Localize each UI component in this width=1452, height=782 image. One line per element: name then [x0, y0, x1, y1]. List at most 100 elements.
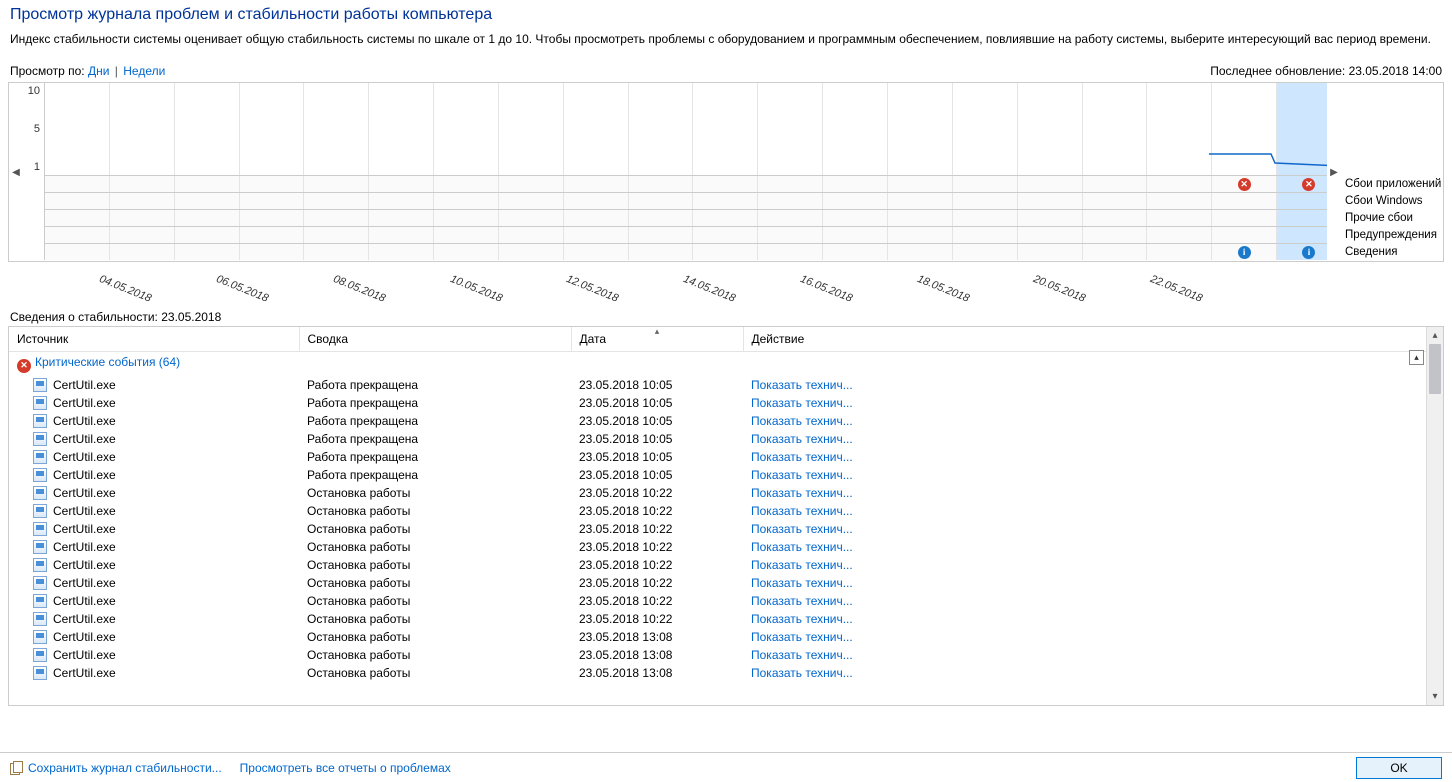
- chart-day-column[interactable]: [692, 83, 757, 175]
- show-details-link[interactable]: Показать технич...: [751, 486, 853, 500]
- event-cell[interactable]: [692, 227, 757, 243]
- event-cell[interactable]: [239, 210, 304, 226]
- event-cell[interactable]: [1211, 210, 1276, 226]
- event-cell[interactable]: [1017, 193, 1082, 209]
- event-cell[interactable]: [174, 193, 239, 209]
- event-cell[interactable]: [45, 176, 109, 192]
- event-cell[interactable]: [952, 176, 1017, 192]
- chart-day-column[interactable]: [952, 83, 1017, 175]
- event-cell[interactable]: [628, 193, 693, 209]
- event-cell[interactable]: [1146, 176, 1211, 192]
- event-cell[interactable]: [368, 244, 433, 260]
- view-by-weeks-link[interactable]: Недели: [123, 64, 165, 78]
- event-cell[interactable]: [563, 227, 628, 243]
- event-row[interactable]: CertUtil.exeОстановка работы23.05.2018 1…: [9, 628, 1426, 646]
- event-cell[interactable]: [757, 176, 822, 192]
- event-cell[interactable]: [498, 193, 563, 209]
- event-cell[interactable]: [887, 227, 952, 243]
- event-cell[interactable]: [1017, 227, 1082, 243]
- event-cell[interactable]: [1211, 193, 1276, 209]
- event-cell[interactable]: [45, 244, 109, 260]
- event-cell[interactable]: [1082, 227, 1147, 243]
- event-cell[interactable]: [757, 193, 822, 209]
- show-details-link[interactable]: Показать технич...: [751, 612, 853, 626]
- event-row[interactable]: CertUtil.exeОстановка работы23.05.2018 1…: [9, 592, 1426, 610]
- chart-scroll-left[interactable]: ◀: [9, 83, 23, 261]
- event-cell[interactable]: [45, 210, 109, 226]
- event-cell[interactable]: [1017, 176, 1082, 192]
- chart-day-column[interactable]: [1211, 83, 1276, 175]
- event-cell[interactable]: [109, 193, 174, 209]
- col-date[interactable]: ▴Дата: [571, 327, 743, 352]
- event-row[interactable]: CertUtil.exeОстановка работы23.05.2018 1…: [9, 520, 1426, 538]
- event-cell[interactable]: [1082, 176, 1147, 192]
- event-row[interactable]: CertUtil.exeРабота прекращена23.05.2018 …: [9, 448, 1426, 466]
- event-cell[interactable]: [757, 227, 822, 243]
- chart-day-column[interactable]: [239, 83, 304, 175]
- show-details-link[interactable]: Показать технич...: [751, 432, 853, 446]
- chart-day-column[interactable]: [1017, 83, 1082, 175]
- chart-day-column[interactable]: [628, 83, 693, 175]
- chart-day-column[interactable]: [433, 83, 498, 175]
- event-cell[interactable]: [822, 244, 887, 260]
- event-cell[interactable]: [563, 244, 628, 260]
- show-details-link[interactable]: Показать технич...: [751, 450, 853, 464]
- event-cell[interactable]: [692, 193, 757, 209]
- event-cell[interactable]: [887, 176, 952, 192]
- event-cell[interactable]: [887, 193, 952, 209]
- event-cell[interactable]: [822, 227, 887, 243]
- event-cell[interactable]: [952, 193, 1017, 209]
- event-row[interactable]: CertUtil.exeОстановка работы23.05.2018 1…: [9, 646, 1426, 664]
- event-cell[interactable]: [692, 210, 757, 226]
- event-cell[interactable]: [239, 193, 304, 209]
- event-cell[interactable]: [1211, 227, 1276, 243]
- event-cell[interactable]: [1146, 244, 1211, 260]
- event-cell[interactable]: [498, 210, 563, 226]
- chart-day-column[interactable]: [45, 83, 109, 175]
- event-cell[interactable]: [628, 227, 693, 243]
- event-cell[interactable]: [1146, 193, 1211, 209]
- event-cell[interactable]: i: [1211, 244, 1276, 260]
- event-cell[interactable]: [303, 193, 368, 209]
- show-details-link[interactable]: Показать технич...: [751, 468, 853, 482]
- event-row[interactable]: CertUtil.exeОстановка работы23.05.2018 1…: [9, 610, 1426, 628]
- event-cell[interactable]: ✕: [1211, 176, 1276, 192]
- chart-day-column[interactable]: [563, 83, 628, 175]
- save-history-link[interactable]: Сохранить журнал стабильности...: [10, 761, 222, 775]
- event-cell[interactable]: [822, 176, 887, 192]
- event-cell[interactable]: [368, 210, 433, 226]
- event-cell[interactable]: [887, 244, 952, 260]
- chart-day-column[interactable]: [174, 83, 239, 175]
- event-cell[interactable]: [433, 176, 498, 192]
- scroll-up-button[interactable]: ▴: [1427, 327, 1443, 344]
- group-header-row[interactable]: ✕Критические события (64): [9, 352, 1426, 376]
- vertical-scrollbar[interactable]: ▴ ▾: [1426, 327, 1443, 705]
- event-row[interactable]: CertUtil.exeРабота прекращена23.05.2018 …: [9, 394, 1426, 412]
- event-row[interactable]: CertUtil.exeРабота прекращена23.05.2018 …: [9, 412, 1426, 430]
- event-cell[interactable]: [45, 227, 109, 243]
- event-cell[interactable]: [952, 244, 1017, 260]
- event-row[interactable]: CertUtil.exeРабота прекращена23.05.2018 …: [9, 430, 1426, 448]
- event-cell[interactable]: [174, 244, 239, 260]
- collapse-group-button[interactable]: ▴: [1409, 350, 1424, 365]
- event-cell[interactable]: [239, 227, 304, 243]
- event-cell[interactable]: [628, 244, 693, 260]
- show-details-link[interactable]: Показать технич...: [751, 540, 853, 554]
- event-cell[interactable]: [45, 193, 109, 209]
- event-cell[interactable]: [563, 193, 628, 209]
- show-details-link[interactable]: Показать технич...: [751, 504, 853, 518]
- col-summary[interactable]: Сводка: [299, 327, 571, 352]
- show-details-link[interactable]: Показать технич...: [751, 594, 853, 608]
- event-cell[interactable]: [887, 210, 952, 226]
- event-cell[interactable]: [174, 227, 239, 243]
- group-header-label[interactable]: Критические события (64): [35, 355, 180, 369]
- event-cell[interactable]: [109, 244, 174, 260]
- event-cell[interactable]: [692, 176, 757, 192]
- chart-day-column[interactable]: [303, 83, 368, 175]
- event-cell[interactable]: [498, 227, 563, 243]
- event-row[interactable]: CertUtil.exeОстановка работы23.05.2018 1…: [9, 484, 1426, 502]
- event-cell[interactable]: [303, 176, 368, 192]
- chart-day-column[interactable]: [1146, 83, 1211, 175]
- event-row[interactable]: CertUtil.exeОстановка работы23.05.2018 1…: [9, 556, 1426, 574]
- event-cell[interactable]: [563, 210, 628, 226]
